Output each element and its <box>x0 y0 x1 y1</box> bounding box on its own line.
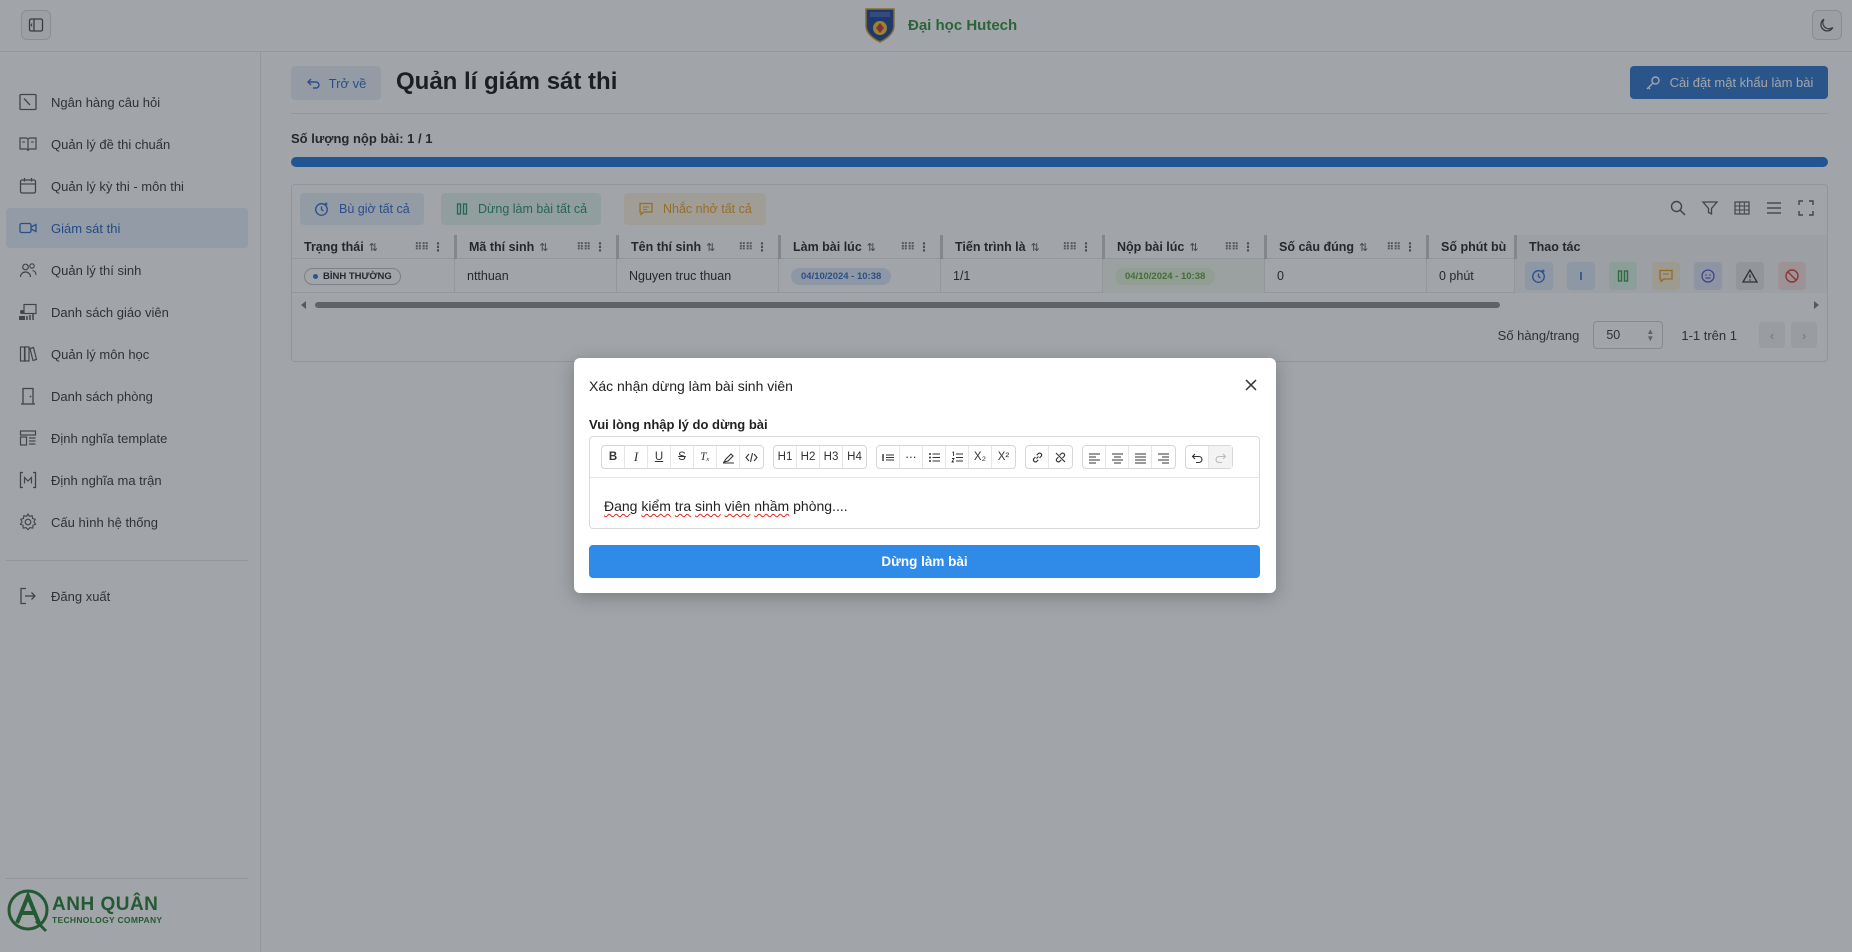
content-word: phòng.... <box>793 498 848 514</box>
bullet-list-icon <box>928 452 940 462</box>
bullet-list-button[interactable] <box>923 446 946 468</box>
ellipsis-icon: ⋯ <box>905 452 917 464</box>
blockquote-button[interactable] <box>877 446 900 468</box>
redo-button[interactable] <box>1209 446 1232 468</box>
code-icon <box>745 452 758 462</box>
align-right-button[interactable] <box>1152 446 1175 468</box>
block-group: ⋯ X₂ X² <box>876 445 1016 469</box>
content-word: Đang <box>604 498 638 514</box>
blockquote-icon <box>881 453 894 461</box>
link-icon <box>1032 452 1042 462</box>
ordered-list-icon <box>950 450 963 462</box>
stop-exam-dialog: Xác nhận dừng làm bài sinh viên Vui lòng… <box>574 358 1276 593</box>
content-word: kiểm <box>641 498 671 514</box>
heading-4-button[interactable]: H4 <box>843 446 866 468</box>
underline-icon: U <box>654 451 664 463</box>
align-left-button[interactable] <box>1083 446 1106 468</box>
close-icon <box>1245 379 1257 391</box>
heading-3-button[interactable]: H3 <box>820 446 843 468</box>
clear-format-button[interactable]: Tₓ <box>694 446 717 468</box>
text-format-group: B I U S Tₓ <box>601 445 764 469</box>
redo-icon <box>1215 453 1227 463</box>
align-center-icon <box>1111 453 1123 463</box>
align-justify-button[interactable] <box>1129 446 1152 468</box>
reason-input[interactable]: Đang kiểm tra sinh viên nhầm phòng.... <box>590 478 1259 534</box>
clear-format-icon: Tₓ <box>700 451 710 463</box>
link-button[interactable] <box>1026 446 1049 468</box>
heading-4-label: H4 <box>847 451 862 463</box>
superscript-button[interactable]: X² <box>992 446 1015 468</box>
italic-icon: I <box>633 449 639 464</box>
align-center-button[interactable] <box>1106 446 1129 468</box>
highlighter-icon <box>722 452 734 463</box>
heading-3-label: H3 <box>823 451 839 463</box>
align-group <box>1082 445 1176 469</box>
heading-group: H1 H2 H3 H4 <box>773 445 867 469</box>
content-word: tra <box>674 498 692 514</box>
close-button[interactable] <box>1240 374 1262 396</box>
superscript-icon: X² <box>997 451 1010 463</box>
link-group <box>1025 445 1073 469</box>
reason-label: Vui lòng nhập lý do dừng bài <box>589 417 768 432</box>
undo-icon <box>1191 453 1202 463</box>
unlink-icon <box>1055 452 1066 462</box>
confirm-stop-button[interactable]: Dừng làm bài <box>589 545 1260 578</box>
align-justify-icon <box>1134 453 1146 463</box>
subscript-icon: X₂ <box>973 451 987 463</box>
subscript-button[interactable]: X₂ <box>969 446 992 468</box>
heading-1-button[interactable]: H1 <box>774 446 797 468</box>
content-word: viên <box>724 498 751 514</box>
reason-editor: B I U S Tₓ H1 H2 H3 H4 ⋯ X₂ X² Đang kiểm… <box>589 436 1260 529</box>
undo-button[interactable] <box>1186 446 1209 468</box>
align-left-icon <box>1088 453 1100 463</box>
dialog-title: Xác nhận dừng làm bài sinh viên <box>589 378 793 394</box>
history-group <box>1185 445 1233 469</box>
strikethrough-icon: S <box>678 451 686 463</box>
content-word: sinh <box>695 498 721 514</box>
content-word: nhầm <box>754 498 790 514</box>
heading-2-label: H2 <box>800 451 816 463</box>
code-button[interactable] <box>740 446 763 468</box>
horizontal-rule-button[interactable]: ⋯ <box>900 446 923 468</box>
bold-icon: B <box>608 451 618 463</box>
ordered-list-button[interactable] <box>946 446 969 468</box>
underline-button[interactable]: U <box>648 446 671 468</box>
heading-2-button[interactable]: H2 <box>797 446 820 468</box>
italic-button[interactable]: I <box>625 446 648 468</box>
highlight-button[interactable] <box>717 446 740 468</box>
strikethrough-button[interactable]: S <box>671 446 694 468</box>
editor-toolbar: B I U S Tₓ H1 H2 H3 H4 ⋯ X₂ X² <box>590 437 1259 478</box>
heading-1-label: H1 <box>777 451 793 463</box>
unlink-button[interactable] <box>1049 446 1072 468</box>
align-right-icon <box>1158 453 1169 463</box>
bold-button[interactable]: B <box>602 446 625 468</box>
